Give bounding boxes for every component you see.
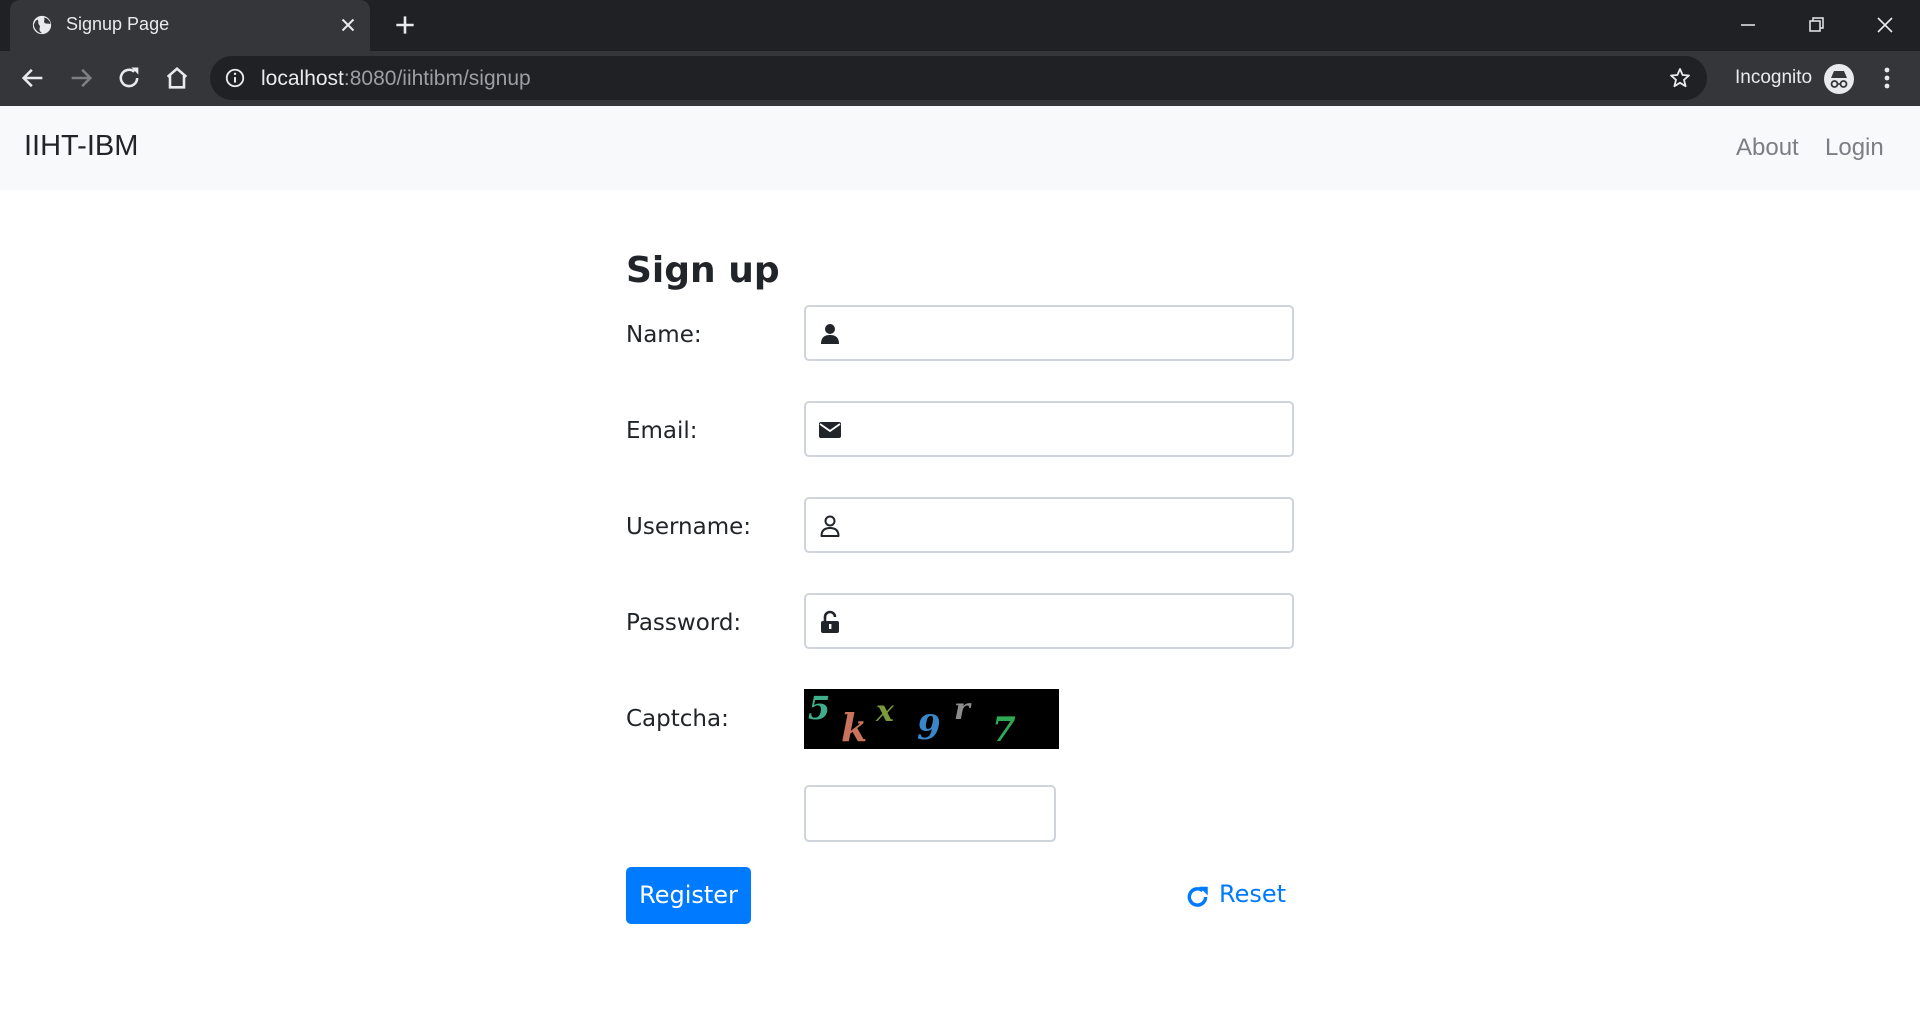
restore-icon[interactable] [1799,8,1833,42]
captcha-char: r [954,692,972,727]
captcha-input[interactable] [814,793,1046,833]
browser-tab[interactable]: Signup Page [10,0,370,51]
back-arrow-icon[interactable] [19,64,47,92]
star-icon[interactable] [1668,66,1692,90]
captcha-label: Captcha: [626,706,729,732]
navbar-brand[interactable]: IIHT-IBM [24,130,138,163]
nav-link-about[interactable]: About [1736,134,1799,162]
captcha-svg: 5 k x 9 r 7 [808,689,1016,750]
reload-icon[interactable] [115,64,143,92]
window-close-icon[interactable] [1868,8,1902,42]
name-label: Name: [626,322,702,348]
globe-icon [32,15,52,35]
unlock-icon [821,610,839,633]
captcha-char: x [875,694,895,729]
url-text: localhost:8080/iihtibm/signup [261,67,531,91]
envelope-icon [819,422,841,438]
redo-icon [1187,886,1208,907]
captcha-image: 5 k x 9 r 7 [804,689,1059,750]
username-label: Username: [626,514,751,540]
captcha-char: k [841,705,867,749]
user-outline-icon [820,515,840,537]
email-field[interactable] [804,401,1294,457]
browser-toolbar: localhost:8080/iihtibm/signup Incognito [0,51,1920,106]
nav-link-login[interactable]: Login [1825,134,1884,162]
tab-title: Signup Page [66,14,170,34]
email-label: Email: [626,418,698,444]
password-field[interactable] [804,593,1294,649]
reset-label: Reset [1219,880,1287,908]
address-bar[interactable]: localhost:8080/iihtibm/signup [210,56,1707,100]
close-icon[interactable] [337,14,359,36]
captcha-field[interactable] [804,785,1056,842]
url-path: :8080/iihtibm/signup [343,67,531,90]
user-solid-icon [821,324,839,344]
page-title: Sign up [626,250,780,291]
app-navbar: IIHT-IBM About Login [0,106,1920,190]
username-input[interactable] [856,505,1286,545]
browser-tab-bar: Signup Page [0,0,1920,51]
incognito-label: Incognito [1735,67,1813,88]
password-input[interactable] [856,601,1286,641]
kebab-menu-icon[interactable] [1876,64,1898,92]
minimize-icon[interactable] [1731,8,1765,42]
name-input[interactable] [856,313,1286,353]
plus-icon[interactable] [392,12,418,38]
username-field[interactable] [804,497,1294,553]
forward-arrow-icon[interactable] [67,64,95,92]
name-field[interactable] [804,305,1294,361]
captcha-char: 5 [808,689,830,727]
incognito-icon[interactable] [1823,63,1855,95]
email-input[interactable] [856,409,1286,449]
url-host: localhost [261,67,344,90]
captcha-char: 9 [917,708,941,748]
password-label: Password: [626,610,742,636]
home-icon[interactable] [163,64,191,92]
info-icon[interactable] [224,67,246,89]
register-button[interactable]: Register [626,867,751,924]
captcha-char: 7 [992,710,1016,749]
